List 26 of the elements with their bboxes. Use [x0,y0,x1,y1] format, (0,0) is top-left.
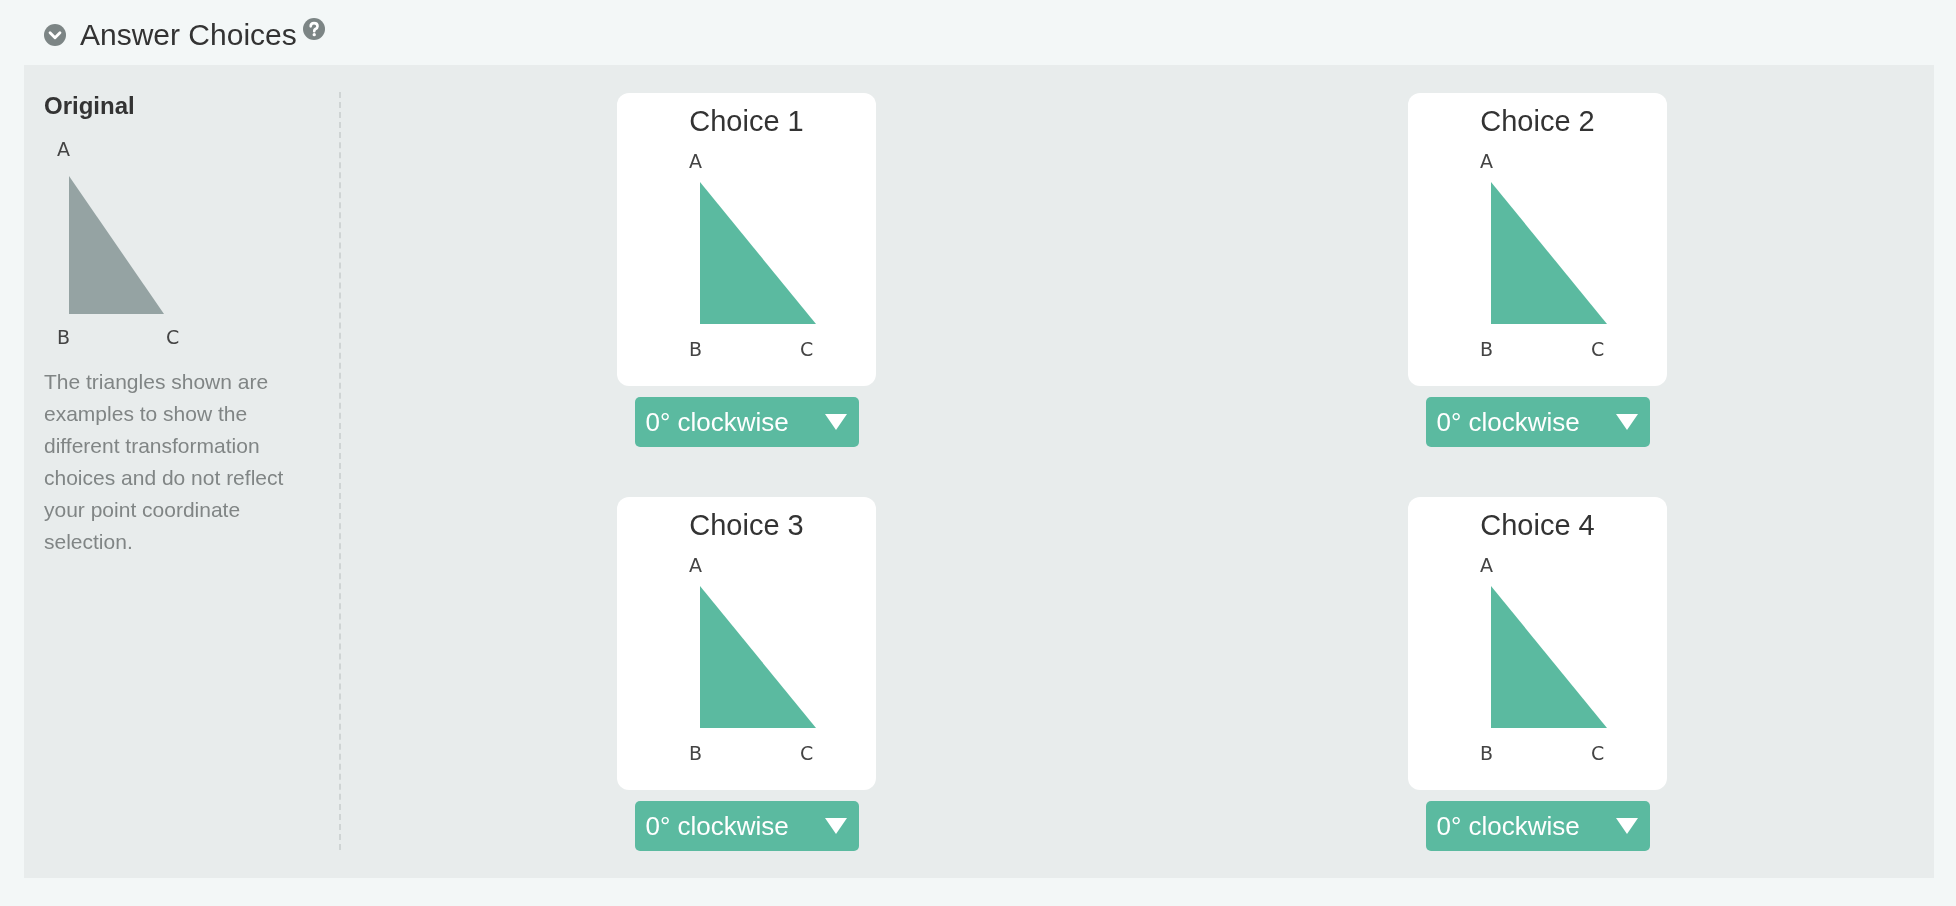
vertex-label: A [1479,150,1493,172]
rotation-dropdown[interactable]: 0° clockwise [1425,397,1650,447]
vertex-label: B [688,742,702,764]
rotation-dropdown[interactable]: 0° clockwise [634,397,859,447]
vertex-label: B [1479,338,1493,360]
choice-title: Choice 3 [689,509,804,542]
vertex-label: C [1590,338,1604,360]
vertex-label: C [166,326,180,346]
vertex-label: B [57,326,71,346]
vertex-label: A [57,138,70,160]
vertex-label: C [1590,742,1604,764]
vertex-label: A [1479,554,1493,576]
choice-title: Choice 4 [1480,509,1595,542]
original-heading: Original [44,92,136,120]
choice-title: Choice 2 [1480,105,1595,138]
vertex-label: B [688,338,702,360]
vertex-label: C [799,338,813,360]
vertex-label: B [1479,742,1493,764]
note-text: The triangles shown are examples to show the different transformation choices and do not reflect your point coordinate selection. [44,369,285,555]
vertex-label: C [799,742,813,764]
rotation-dropdown[interactable]: 0° clockwise [634,801,859,851]
section-title: Answer Choices [80,18,297,52]
vertex-label: A [688,150,702,172]
choice-title: Choice 1 [689,105,804,138]
rotation-dropdown[interactable]: 0° clockwise [1425,801,1650,851]
vertex-label: A [688,554,702,576]
